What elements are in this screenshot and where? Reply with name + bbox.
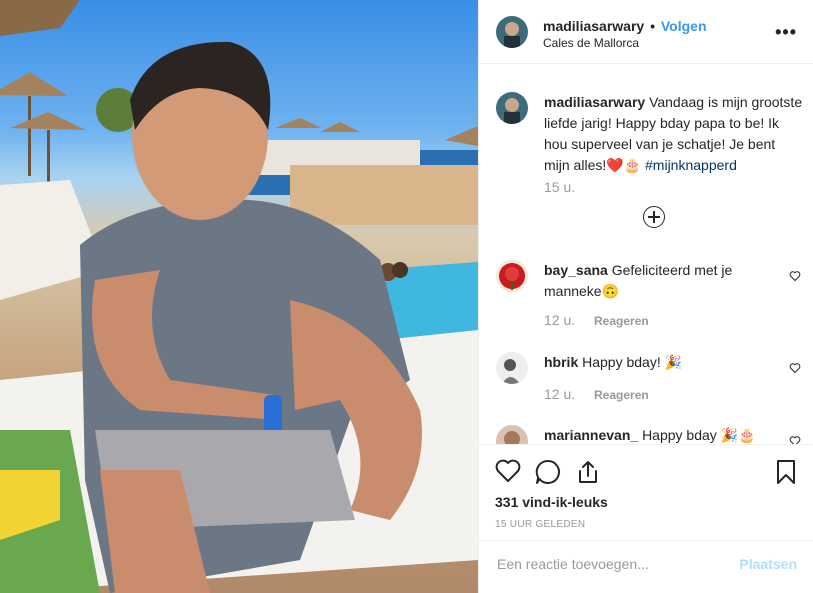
comment-username[interactable]: bay_sana (544, 262, 608, 278)
post-header: madiliasarwary • Volgen Cales de Mallorc… (479, 0, 813, 64)
comment-icon[interactable] (535, 459, 561, 485)
load-more-comments-icon[interactable] (643, 206, 665, 228)
comment-input[interactable] (495, 555, 719, 573)
reply-button[interactable]: Reageren (594, 388, 649, 402)
header-user-line: madiliasarwary • Volgen (543, 18, 707, 34)
comment-like-icon[interactable] (789, 435, 801, 444)
commenter-avatar[interactable] (496, 352, 528, 384)
comment-item: mariannevan_ Happy bday 🎉🎂 (544, 425, 779, 444)
post-actions: 331 vind-ik-leuks 15 UUR GELEDEN (479, 444, 813, 540)
comment-like-icon[interactable] (789, 362, 801, 374)
follow-button[interactable]: Volgen (661, 18, 707, 34)
post-sidebar: madiliasarwary • Volgen Cales de Mallorc… (478, 0, 813, 593)
more-horizontal-icon[interactable]: ••• (775, 22, 797, 43)
separator-dot: • (650, 18, 655, 34)
comment-username[interactable]: hbrik (544, 354, 578, 370)
post-location[interactable]: Cales de Mallorca (543, 36, 639, 50)
like-count[interactable]: 331 vind-ik-leuks (495, 494, 608, 510)
bookmark-icon[interactable] (775, 459, 797, 485)
post-comment-button[interactable]: Plaatsen (739, 556, 797, 572)
comment-item: bay_sana Gefeliciteerd met je manneke🙃 (544, 260, 779, 302)
author-avatar[interactable] (496, 16, 528, 48)
comment-item: hbrik Happy bday! 🎉 (544, 352, 779, 373)
comments-list[interactable]: madiliasarwary Vandaag is mijn grootste … (479, 64, 813, 444)
share-icon[interactable] (575, 459, 601, 485)
heart-icon[interactable] (495, 459, 521, 483)
reply-button[interactable]: Reageren (594, 314, 649, 328)
comment-like-icon[interactable] (789, 270, 801, 282)
post-caption: madiliasarwary Vandaag is mijn grootste … (544, 92, 804, 176)
commenter-avatar[interactable] (496, 425, 528, 444)
commenter-avatar[interactable] (496, 260, 528, 292)
caption-avatar[interactable] (496, 92, 528, 124)
comment-username[interactable]: mariannevan_ (544, 427, 638, 443)
caption-hashtag[interactable]: #mijnknapperd (645, 157, 737, 173)
post-timestamp[interactable]: 15 UUR GELEDEN (495, 519, 585, 530)
comment-text: Happy bday 🎉🎂 (642, 427, 756, 443)
author-username[interactable]: madiliasarwary (543, 18, 644, 34)
comment-text: Happy bday! 🎉 (582, 354, 683, 370)
caption-username[interactable]: madiliasarwary (544, 94, 645, 110)
add-comment-bar: Plaatsen (479, 540, 813, 593)
caption-time[interactable]: 15 u. (544, 179, 575, 195)
photo-scene (0, 0, 478, 593)
comment-time[interactable]: 12 u. (544, 312, 575, 328)
comment-time[interactable]: 12 u. (544, 386, 575, 402)
post-photo[interactable] (0, 0, 478, 593)
caption-emoji: ❤️🎂 (606, 157, 642, 173)
